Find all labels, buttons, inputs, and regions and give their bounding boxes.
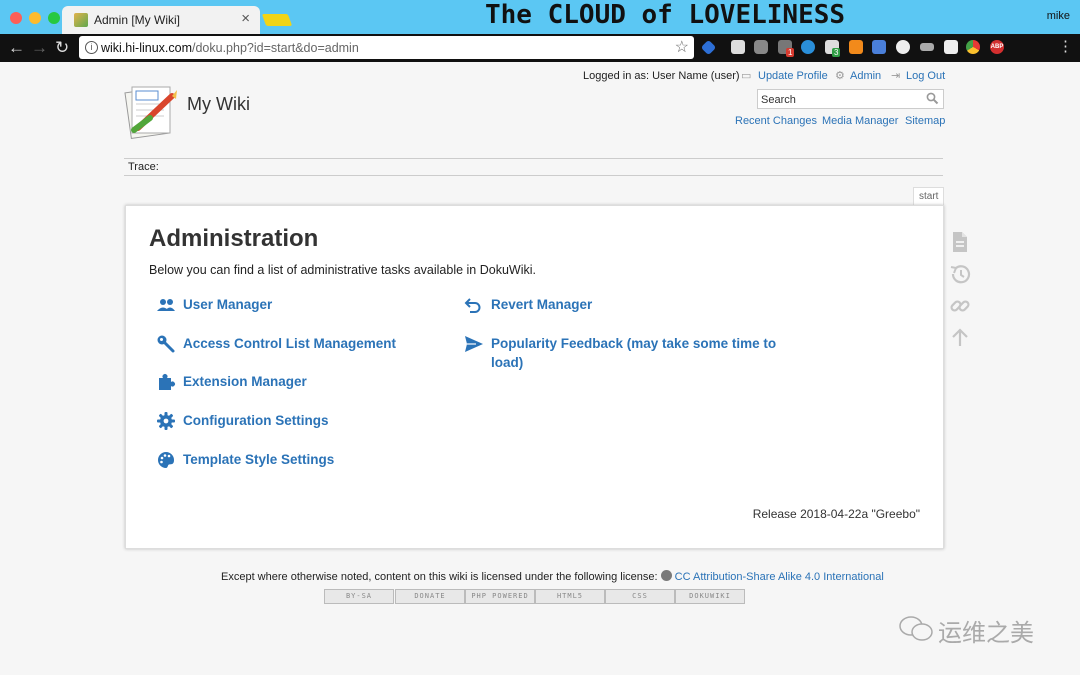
arrow-up-icon[interactable] xyxy=(949,327,971,349)
key-icon xyxy=(157,335,175,353)
cloud-extension-icon[interactable] xyxy=(920,43,934,51)
shield-extension-icon[interactable] xyxy=(731,40,745,54)
browser-tab[interactable]: Admin [My Wiki] × xyxy=(62,6,260,34)
gear-icon xyxy=(157,412,175,430)
globe-icon xyxy=(660,570,672,581)
maximize-window-button[interactable] xyxy=(48,12,60,24)
release-version: Release 2018-04-22a "Greebo" xyxy=(752,507,920,521)
revert-icon xyxy=(464,298,481,313)
adblock-extension-icon[interactable]: ABP xyxy=(990,40,1004,54)
badge-donate[interactable]: DONATE xyxy=(395,589,465,604)
puzzle-icon xyxy=(159,374,175,390)
gear-extension-icon[interactable] xyxy=(896,40,910,54)
admin-item-label: Revert Manager xyxy=(491,297,593,312)
watermark-text: 运维之美 xyxy=(938,620,1034,647)
template-style-settings-link[interactable]: Template Style Settings xyxy=(156,450,366,470)
tab-close-icon[interactable]: × xyxy=(241,10,250,27)
admin-item-label: load) xyxy=(491,355,524,370)
history-icon[interactable] xyxy=(949,263,971,285)
admin-link[interactable]: Admin xyxy=(850,70,881,82)
url-path: /doku.php?id=start&do=admin xyxy=(192,41,359,55)
send-icon xyxy=(465,336,483,352)
badge-cc-by-sa[interactable]: BY-SA xyxy=(324,589,394,604)
logout-icon: ⇥ xyxy=(891,70,901,82)
dokuwiki-favicon-icon xyxy=(74,13,88,27)
pushbullet-extension-icon[interactable] xyxy=(801,40,815,54)
profile-card-icon: ▭ xyxy=(741,70,752,82)
admin-item-label: Popularity Feedback (may take some time … xyxy=(491,336,777,351)
divider xyxy=(124,158,943,159)
logged-in-text: Logged in as: User Name (user) xyxy=(583,70,740,82)
url-text: wiki.hi-linux.com/doku.php?id=start&do=a… xyxy=(101,41,359,55)
page-title: Administration xyxy=(149,225,319,252)
bookmark-star-icon[interactable]: ☆ xyxy=(675,37,689,57)
info-icon[interactable]: i xyxy=(85,41,98,54)
chrome-extension-icon[interactable] xyxy=(966,40,980,54)
vpn-extension-icon[interactable] xyxy=(700,39,717,56)
badge-html5[interactable]: HTML5 xyxy=(535,589,605,604)
admin-item-label: Extension Manager xyxy=(183,374,307,389)
extension-manager-link[interactable]: Extension Manager xyxy=(156,372,356,392)
admin-item-label: Template Style Settings xyxy=(183,452,335,467)
back-button[interactable]: ← xyxy=(8,38,25,58)
page-icon[interactable] xyxy=(949,231,971,253)
wechat-icon xyxy=(899,616,933,641)
configuration-settings-link[interactable]: Configuration Settings xyxy=(156,411,366,431)
admin-item-label: Access Control List Management xyxy=(183,336,397,351)
acl-management-link[interactable]: Access Control List Management xyxy=(156,334,426,354)
page-id-tab[interactable]: start xyxy=(913,187,945,205)
users-icon xyxy=(157,299,175,311)
new-tab-button[interactable] xyxy=(261,14,293,26)
admin-content-panel: Administration Below you can find a list… xyxy=(125,205,944,549)
badge-dokuwiki[interactable]: DOKUWIKI xyxy=(675,589,745,604)
license-link[interactable]: CC Attribution-Share Alike 4.0 Internati… xyxy=(675,571,884,583)
license-notice: Except where otherwise noted, content on… xyxy=(221,570,884,583)
palette-icon xyxy=(158,452,174,468)
page-description: Below you can find a list of administrat… xyxy=(149,263,536,277)
extension-badge: 3 xyxy=(832,48,841,57)
search-input[interactable] xyxy=(758,92,924,108)
divider xyxy=(124,175,943,176)
minimize-window-button[interactable] xyxy=(29,12,41,24)
search-icon[interactable] xyxy=(926,92,939,105)
admin-item-label: User Manager xyxy=(183,297,273,312)
tab-title: Admin [My Wiki] xyxy=(94,13,181,27)
logout-link[interactable]: Log Out xyxy=(906,70,945,82)
link-icon[interactable] xyxy=(949,295,971,317)
dokuwiki-logo[interactable] xyxy=(124,84,180,140)
breadcrumb-trace: Trace: xyxy=(128,161,159,173)
sitemap-link[interactable]: Sitemap xyxy=(905,115,945,127)
admin-item-label: Configuration Settings xyxy=(183,413,329,428)
site-title[interactable]: My Wiki xyxy=(187,94,250,115)
badge-php-powered[interactable]: PHP POWERED xyxy=(465,589,535,604)
profile-name[interactable]: mike xyxy=(1047,10,1070,22)
translate-extension-icon[interactable] xyxy=(872,40,886,54)
search-box[interactable] xyxy=(757,89,944,109)
extension-badge: 1 xyxy=(786,48,795,57)
forward-button[interactable]: → xyxy=(31,38,48,58)
browser-toolbar: ← → ↻ i wiki.hi-linux.com/doku.php?id=st… xyxy=(0,34,1080,62)
browser-tab-bar: Admin [My Wiki] × The CLOUD of LOVELINES… xyxy=(0,0,1080,34)
user-manager-link[interactable]: User Manager xyxy=(156,295,356,315)
gear-icon: ⚙ xyxy=(835,70,845,82)
theme-banner: The CLOUD of LOVELINESS xyxy=(485,0,846,30)
revert-manager-link[interactable]: Revert Manager xyxy=(464,295,664,315)
update-profile-link[interactable]: Update Profile xyxy=(758,70,828,82)
badge-css[interactable]: CSS xyxy=(605,589,675,604)
folder-extension-icon[interactable] xyxy=(944,40,958,54)
address-bar[interactable]: i wiki.hi-linux.com/doku.php?id=start&do… xyxy=(79,36,694,59)
media-manager-link[interactable]: Media Manager xyxy=(822,115,898,127)
url-host: wiki.hi-linux.com xyxy=(101,41,192,55)
close-window-button[interactable] xyxy=(10,12,22,24)
menu-icon[interactable]: ⋮ xyxy=(1058,37,1073,57)
license-text: Except where otherwise noted, content on… xyxy=(221,571,658,583)
reload-button[interactable]: ↻ xyxy=(55,38,69,58)
pocket-extension-icon[interactable] xyxy=(754,40,768,54)
recent-changes-link[interactable]: Recent Changes xyxy=(735,115,817,127)
popularity-feedback-link[interactable]: Popularity Feedback (may take some time … xyxy=(464,334,784,374)
rss-extension-icon[interactable] xyxy=(849,40,863,54)
watermark: 运维之美 xyxy=(898,612,1048,647)
